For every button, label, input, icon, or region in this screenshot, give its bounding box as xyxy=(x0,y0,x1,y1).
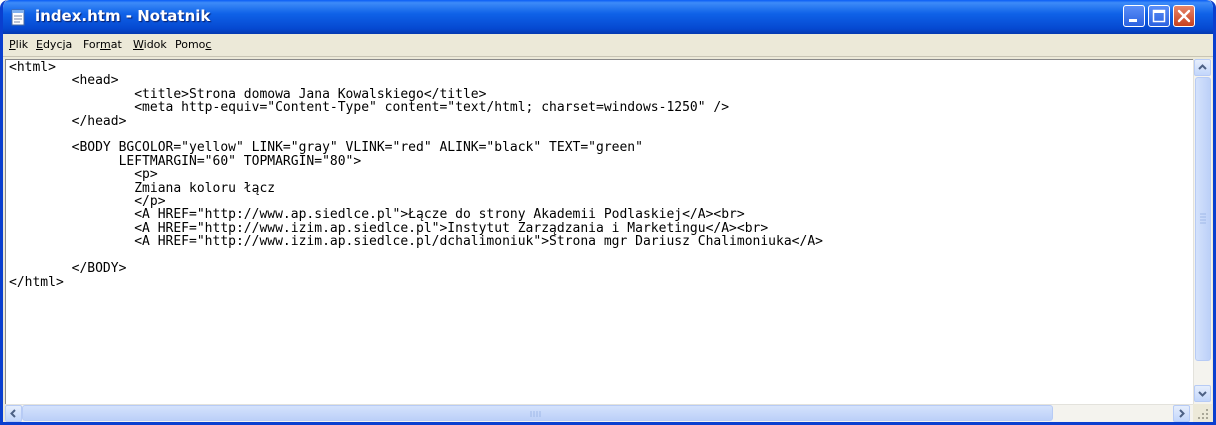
chevron-up-icon xyxy=(1198,64,1207,70)
menu-plik[interactable]: Plik xyxy=(9,38,28,51)
grip-icon xyxy=(530,411,541,417)
vertical-scrollbar[interactable] xyxy=(1193,59,1212,404)
menu-bar: Plik Edycja Format Widok Pomoc xyxy=(3,34,1213,57)
notepad-icon xyxy=(11,9,25,26)
scroll-left-button[interactable] xyxy=(5,405,22,422)
vertical-scroll-thumb[interactable] xyxy=(1195,77,1211,361)
close-button[interactable] xyxy=(1173,5,1195,27)
document-text[interactable]: <html> <head> <title>Strona domowa Jana … xyxy=(9,61,823,289)
grip-icon xyxy=(1200,213,1206,224)
code-line: </html> xyxy=(9,274,64,290)
resize-grip[interactable] xyxy=(1193,404,1211,422)
minimize-button[interactable] xyxy=(1123,5,1145,27)
scroll-right-button[interactable] xyxy=(1173,405,1190,422)
scroll-up-button[interactable] xyxy=(1194,59,1211,76)
chevron-left-icon xyxy=(10,409,16,418)
code-line: </head> xyxy=(9,113,127,129)
scroll-down-button[interactable] xyxy=(1194,385,1211,402)
text-editor-area[interactable]: <html> <head> <title>Strona domowa Jana … xyxy=(5,59,1194,405)
menu-edycja[interactable]: Edycja xyxy=(36,38,72,51)
notepad-window: index.htm - Notatnik Plik Edycja Format … xyxy=(0,0,1216,425)
menu-widok[interactable]: Widok xyxy=(133,38,167,51)
maximize-icon xyxy=(1152,9,1166,23)
close-icon xyxy=(1177,9,1191,23)
chevron-right-icon xyxy=(1179,409,1185,418)
minimize-icon xyxy=(1129,19,1137,22)
title-bar[interactable]: index.htm - Notatnik xyxy=(3,0,1213,34)
horizontal-scroll-thumb[interactable] xyxy=(22,405,1053,421)
horizontal-scrollbar[interactable] xyxy=(5,404,1193,422)
maximize-button[interactable] xyxy=(1148,5,1170,27)
code-line: <A HREF="http://www.izim.ap.siedlce.pl/d… xyxy=(9,234,823,250)
window-title: index.htm - Notatnik xyxy=(35,7,211,25)
resize-grip-icon xyxy=(1198,409,1208,419)
chevron-down-icon xyxy=(1198,391,1207,397)
menu-pomoc[interactable]: Pomoc xyxy=(175,38,211,51)
menu-format[interactable]: Format xyxy=(83,38,122,51)
